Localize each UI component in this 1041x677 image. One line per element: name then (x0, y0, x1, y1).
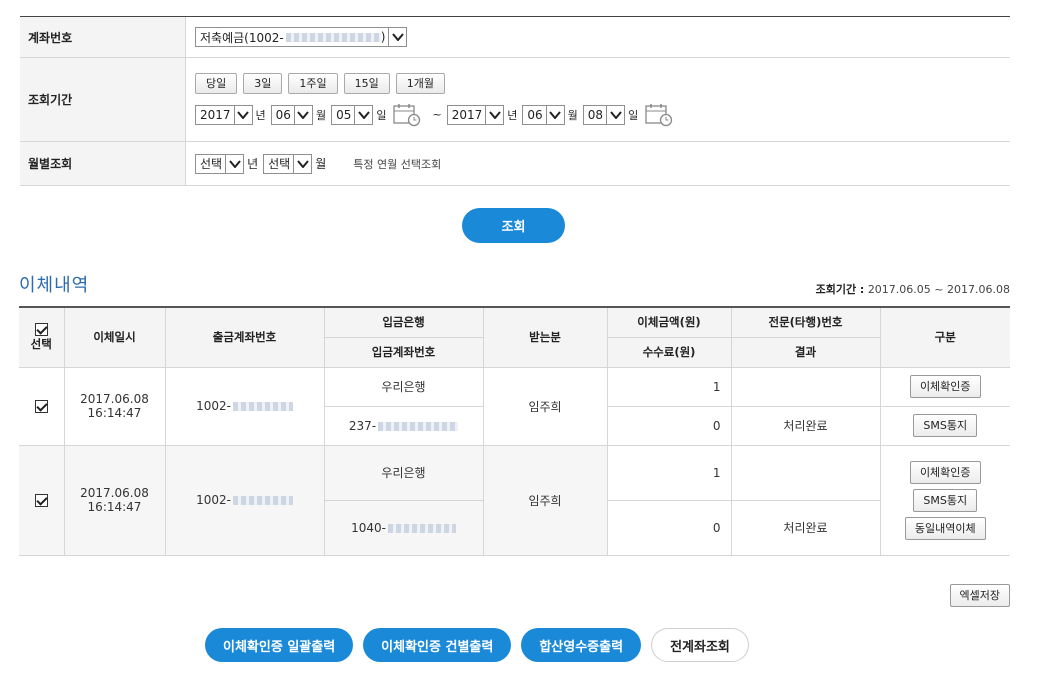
from-month-select[interactable]: 06 (270, 104, 313, 125)
transfer-confirmation-button[interactable]: 이체확인증 (909, 375, 981, 398)
quick-3days-button[interactable]: 3일 (243, 72, 283, 94)
select-all-header: 선택 (19, 307, 65, 368)
header-from-account: 출금계좌번호 (164, 307, 325, 368)
chevron-down-icon (545, 105, 564, 124)
account-label: 계좌번호 (20, 17, 186, 57)
header-amount: 이체금액(원) (606, 307, 732, 338)
chevron-down-icon (388, 28, 406, 46)
account-row: 계좌번호 저축예금(1002-) (20, 17, 1010, 58)
row-checkbox[interactable] (34, 400, 48, 413)
transfer-confirmation-button[interactable]: 이체확인증 (909, 461, 981, 484)
row-bank: 우리은행 (323, 444, 484, 501)
chevron-down-icon (606, 105, 624, 124)
bottom-actions: 이체확인증 일괄출력 이체확인증 건별출력 합산영수증출력 전계좌조회 (205, 628, 749, 662)
repeat-transfer-button[interactable]: 동일내역이체 (904, 517, 986, 540)
row-recipient: 임주희 (482, 444, 608, 556)
row-datetime: 2017.06.08 16:14:47 (63, 366, 166, 446)
monthly-year-select[interactable]: 선택 (195, 153, 245, 174)
select-all-checkbox[interactable] (34, 323, 48, 337)
chevron-down-icon (233, 105, 252, 124)
chevron-down-icon (225, 154, 243, 173)
row-ref-no (730, 444, 881, 501)
monthly-hint: 특정 연월 선택조회 (353, 157, 442, 171)
quick-today-button[interactable]: 당일 (195, 72, 238, 94)
quick-1week-button[interactable]: 1주일 (288, 72, 338, 94)
monthly-row: 월별조회 선택 년 선택 월 특정 연월 선택조회 (20, 142, 1010, 186)
to-day-select[interactable]: 08 (582, 104, 626, 125)
row-from-account: 1002- (164, 444, 325, 556)
chevron-down-icon (293, 154, 311, 173)
quick-1month-button[interactable]: 1개월 (395, 72, 445, 94)
query-button[interactable]: 조회 (462, 208, 565, 243)
individual-print-button[interactable]: 이체확인증 건별출력 (363, 628, 512, 662)
header-datetime: 이체일시 (63, 307, 166, 368)
header-fee: 수수료(원) (606, 337, 732, 368)
to-year-select[interactable]: 2017 (446, 104, 505, 125)
row-amount: 1 (606, 366, 732, 407)
all-accounts-button[interactable]: 전계좌조회 (651, 628, 749, 662)
account-select[interactable]: 저축예금(1002-) (195, 27, 408, 47)
row-result: 처리완료 (730, 405, 881, 446)
transfer-table: 선택 이체일시 출금계좌번호 입금은행 받는분 이체금액(원) 전문(타행)번호… (19, 306, 1010, 556)
monthly-month-select[interactable]: 선택 (263, 153, 313, 174)
row-result: 처리완료 (730, 499, 880, 556)
sms-notify-button[interactable]: SMS통지 (913, 489, 978, 512)
period-label: 조회기간 (20, 58, 186, 141)
to-month-select[interactable]: 06 (522, 104, 565, 125)
calendar-icon[interactable] (645, 103, 673, 127)
row-datetime: 2017.06.08 16:14:47 (63, 444, 166, 556)
chevron-down-icon (293, 105, 312, 124)
chevron-down-icon (354, 105, 372, 124)
row-fee: 0 (606, 405, 732, 446)
row-fee: 0 (606, 499, 732, 556)
header-result: 결과 (730, 337, 880, 368)
period-row: 조회기간 당일 3일 1주일 15일 1개월 2017 년 06 월 05 일 ~ 2017 년… (20, 58, 1010, 142)
quick-15days-button[interactable]: 15일 (343, 72, 390, 94)
row-ref-no (730, 366, 881, 407)
monthly-label: 월별조회 (20, 142, 186, 185)
row-to-account: 1040- (324, 499, 484, 556)
table-row: 2017.06.08 16:14:47 1002- 우리은행 임주희 1 이체확인… (19, 444, 1010, 556)
row-from-account: 1002- (164, 366, 325, 446)
period-summary: 조회기간 : 2017.06.05 ~ 2017.06.08 (815, 283, 1010, 296)
combined-receipt-button[interactable]: 합산영수증출력 (521, 628, 642, 662)
header-category: 구분 (879, 307, 1010, 368)
header-bank: 입금은행 (323, 307, 484, 338)
search-form: 계좌번호 저축예금(1002-) 조회기간 당일 3일 1주일 15일 1개월 2017… (20, 16, 1010, 186)
excel-save-button[interactable]: 엑셀저장 (949, 584, 1010, 607)
header-recipient: 받는분 (482, 307, 608, 368)
sms-notify-button[interactable]: SMS통지 (913, 414, 978, 437)
from-day-select[interactable]: 05 (331, 104, 374, 125)
header-to-account: 입금계좌번호 (324, 337, 484, 368)
from-year-select[interactable]: 2017 (195, 104, 253, 125)
masked-number (285, 32, 381, 42)
table-row: 2017.06.08 16:14:47 1002- 우리은행 임주희 1 이체확인… (19, 366, 1010, 446)
header-ref-no: 전문(타행)번호 (730, 307, 881, 338)
row-checkbox[interactable] (34, 494, 48, 507)
calendar-icon[interactable] (393, 103, 421, 127)
row-to-account: 237- (324, 405, 484, 446)
row-amount: 1 (606, 444, 732, 501)
bulk-print-button[interactable]: 이체확인증 일괄출력 (205, 628, 354, 662)
row-bank: 우리은행 (323, 366, 484, 407)
chevron-down-icon (485, 105, 503, 124)
section-title: 이체내역 (19, 275, 90, 296)
row-recipient: 임주희 (482, 366, 608, 446)
